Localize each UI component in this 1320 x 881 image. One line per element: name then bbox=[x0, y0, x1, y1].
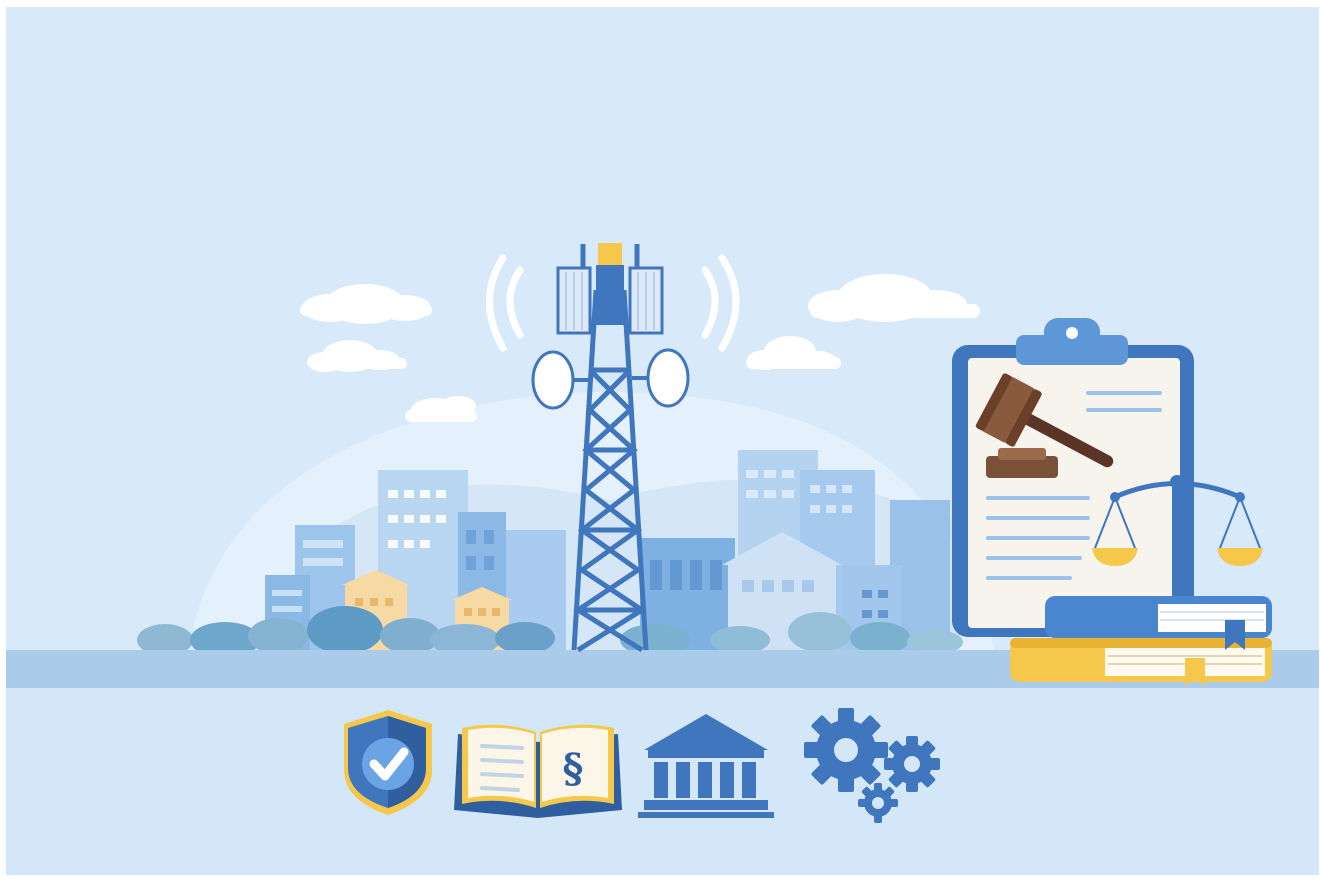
tower-mast bbox=[596, 265, 624, 325]
telecom-legal-illustration: § bbox=[0, 0, 1320, 881]
section-sign-glyph: § bbox=[563, 745, 584, 792]
large-gear bbox=[804, 708, 888, 792]
legal-clipboard bbox=[952, 318, 1194, 637]
microwave-dish bbox=[646, 348, 690, 408]
medium-gear bbox=[884, 736, 940, 792]
microwave-dish bbox=[531, 350, 575, 410]
tower-beacon bbox=[598, 243, 622, 265]
book-stack bbox=[1010, 596, 1272, 686]
